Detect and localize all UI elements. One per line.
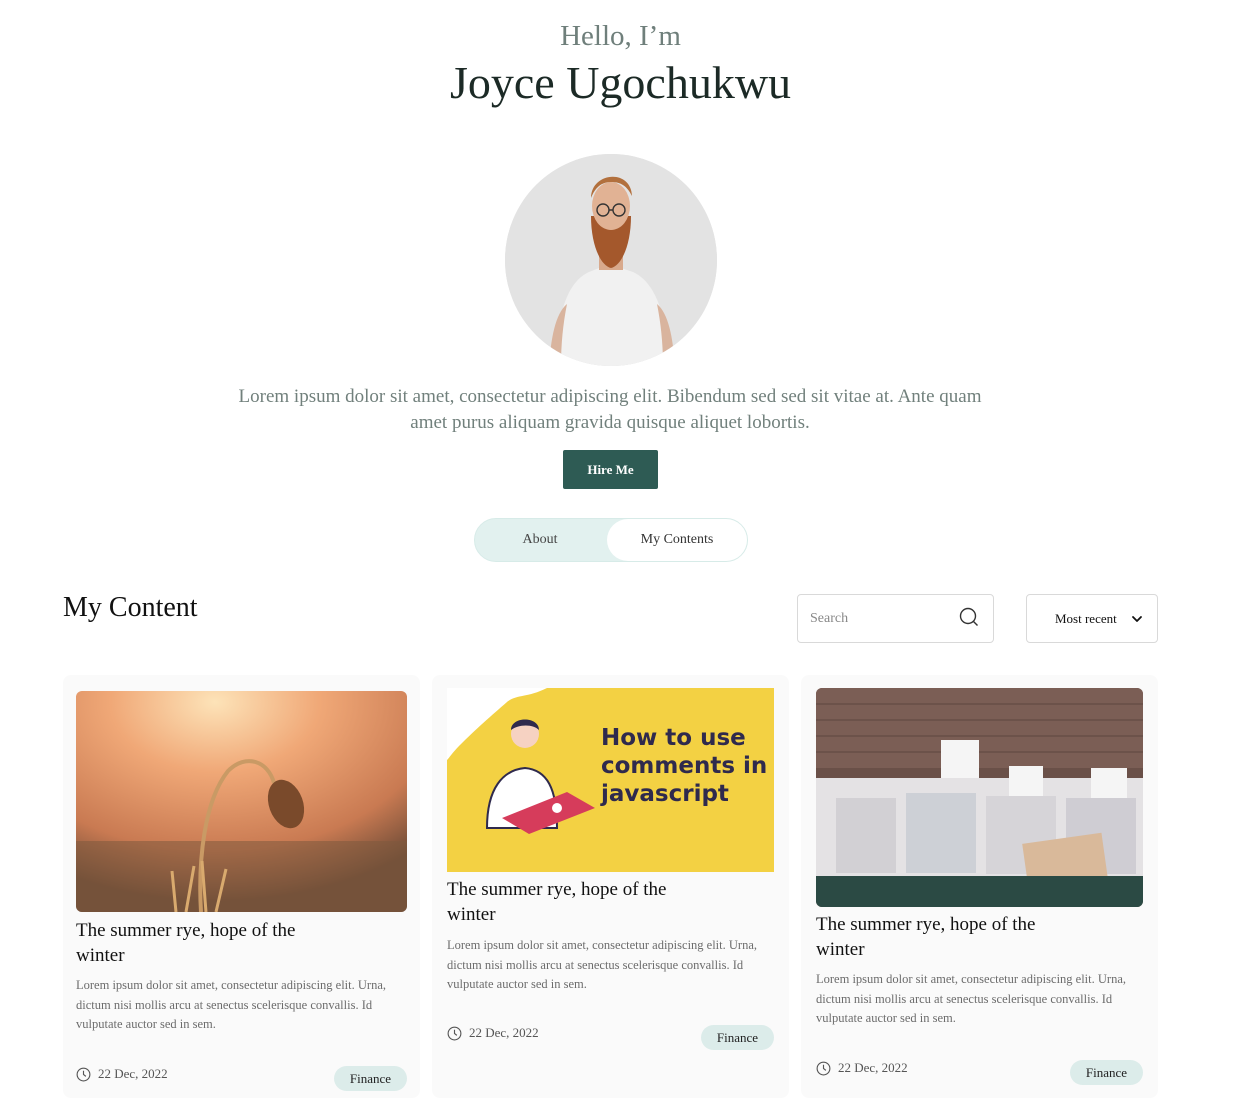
- card-title[interactable]: The summer rye, hope of the winter: [447, 877, 667, 927]
- profile-photo: [505, 154, 717, 366]
- card-date-text: 22 Dec, 2022: [98, 1066, 168, 1081]
- profile-tabs: About My Contents: [474, 518, 748, 562]
- search-input[interactable]: [810, 608, 950, 630]
- card-description: Lorem ipsum dolor sit amet, consectetur …: [447, 938, 757, 991]
- tab-my-contents[interactable]: My Contents: [607, 519, 747, 561]
- card-description: Lorem ipsum dolor sit amet, consectetur …: [76, 978, 386, 1031]
- category-badge[interactable]: Finance: [1070, 1060, 1143, 1085]
- card-title[interactable]: The summer rye, hope of the winter: [76, 918, 296, 968]
- avatar: [505, 154, 717, 366]
- image-caption: How to use comments in javascript: [601, 725, 768, 807]
- category-badge[interactable]: Finance: [334, 1066, 407, 1091]
- card-date: 22 Dec, 2022: [76, 1066, 168, 1082]
- clock-icon: [76, 1067, 91, 1081]
- card-description: Lorem ipsum dolor sit amet, consectetur …: [816, 972, 1126, 1025]
- content-card[interactable]: The summer rye, hope of the winter Lorem…: [801, 675, 1158, 1098]
- bio-text: Lorem ipsum dolor sit amet, consectetur …: [238, 386, 982, 433]
- card-date-text: 22 Dec, 2022: [469, 1025, 539, 1040]
- sort-value: Most recent: [1055, 610, 1117, 626]
- hire-me-button[interactable]: Hire Me: [563, 450, 658, 489]
- section-title: My Content: [63, 592, 198, 623]
- content-card[interactable]: The summer rye, hope of the winter Lorem…: [63, 675, 420, 1098]
- category-badge[interactable]: Finance: [701, 1025, 774, 1050]
- card-image: [816, 688, 1143, 907]
- greeting: Hello, I’m: [560, 20, 681, 52]
- card-title[interactable]: The summer rye, hope of the winter: [816, 912, 1036, 962]
- card-date: 22 Dec, 2022: [447, 1025, 539, 1041]
- clock-icon: [816, 1061, 831, 1075]
- tab-about[interactable]: About: [475, 519, 605, 561]
- content-card[interactable]: How to use comments in javascript The su…: [432, 675, 789, 1098]
- card-image: How to use comments in javascript: [447, 688, 774, 872]
- card-date: 22 Dec, 2022: [816, 1060, 908, 1076]
- search-field: [797, 594, 994, 643]
- sort-dropdown[interactable]: Most recent: [1026, 594, 1158, 643]
- card-date-text: 22 Dec, 2022: [838, 1060, 908, 1075]
- card-image: [76, 691, 407, 912]
- search-icon[interactable]: [959, 607, 979, 627]
- clock-icon: [447, 1026, 462, 1040]
- profile-name: Joyce Ugochukwu: [449, 57, 792, 108]
- chevron-down-icon: [1132, 616, 1142, 622]
